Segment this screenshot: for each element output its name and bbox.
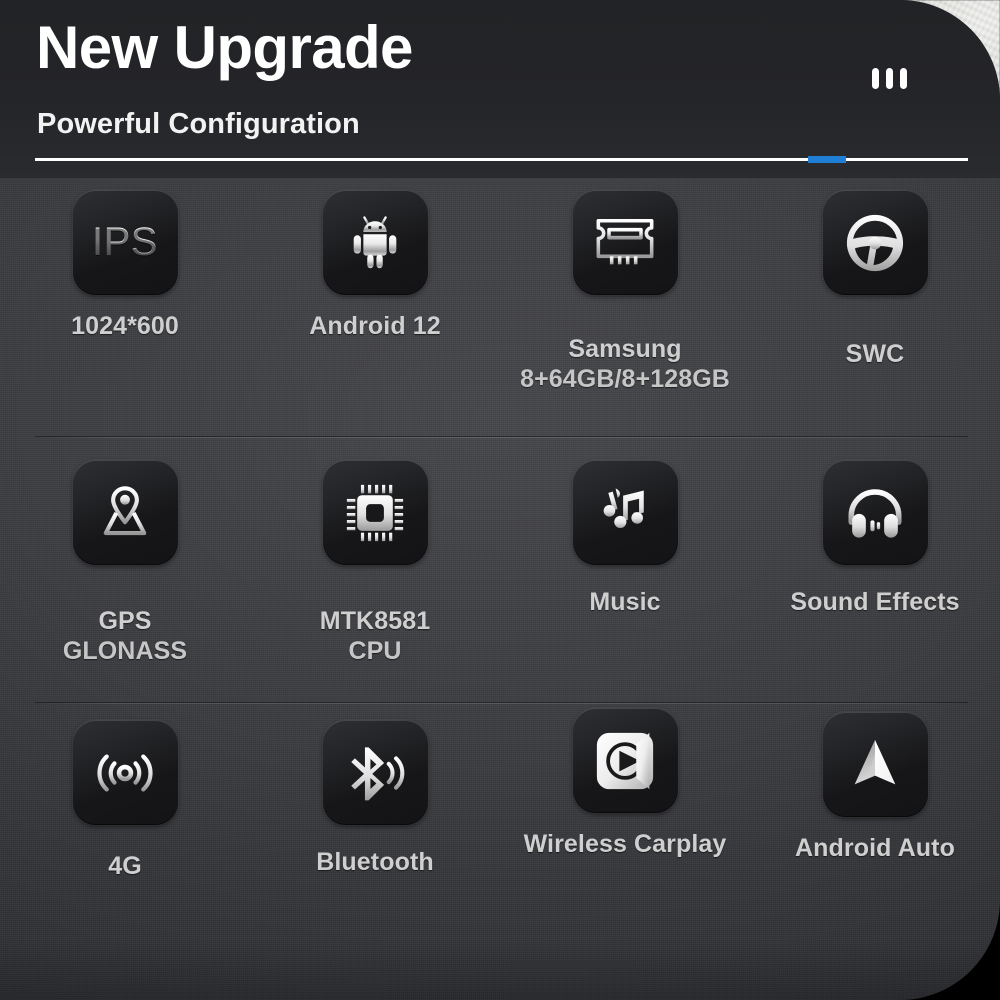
- feature-label: MTK8581 CPU: [320, 575, 430, 697]
- feature-cell-sound-effects[interactable]: Sound Effects: [750, 440, 1000, 702]
- ram-module-icon[interactable]: [572, 190, 678, 295]
- feature-cell-carplay[interactable]: Wireless Carplay: [500, 702, 750, 964]
- android-robot-icon[interactable]: [322, 190, 428, 295]
- feature-label-sub: CPU: [348, 637, 402, 665]
- feature-label: Bluetooth: [316, 848, 434, 876]
- feature-grid: IPS 1024*600 Android 12 Samsung 8+64GB/8…: [0, 178, 1000, 964]
- cpu-chip-icon[interactable]: [322, 460, 428, 565]
- feature-label: Android Auto: [795, 834, 955, 862]
- feature-label: Music: [589, 588, 661, 616]
- feature-cell-bluetooth[interactable]: Bluetooth: [250, 702, 500, 964]
- header-rule: [35, 156, 968, 163]
- android-auto-icon[interactable]: [822, 712, 928, 817]
- feature-cell-android-auto[interactable]: Android Auto: [750, 702, 1000, 964]
- feature-cell-android[interactable]: Android 12: [250, 178, 500, 440]
- feature-cell-ips[interactable]: IPS 1024*600: [0, 178, 250, 440]
- feature-row: 4G Bluetooth Wireless Carplay Android Au…: [0, 702, 1000, 964]
- menu-bar-3: [900, 68, 907, 89]
- menu-bar-1: [872, 68, 879, 89]
- feature-label: Samsung 8+64GB/8+128GB: [520, 303, 730, 425]
- ips-icon-text: IPS: [92, 220, 158, 264]
- ips-display-icon[interactable]: IPS: [72, 190, 178, 295]
- feature-cell-swc[interactable]: SWC: [750, 178, 1000, 440]
- page-title: New Upgrade: [36, 14, 413, 81]
- three-vertical-bars-icon[interactable]: [872, 68, 907, 89]
- feature-label: 4G: [108, 852, 142, 880]
- carplay-icon[interactable]: [572, 708, 678, 813]
- feature-cell-4g[interactable]: 4G: [0, 702, 250, 964]
- feature-row: IPS 1024*600 Android 12 Samsung 8+64GB/8…: [0, 178, 1000, 440]
- music-note-icon[interactable]: [572, 460, 678, 565]
- feature-cell-music[interactable]: Music: [500, 440, 750, 702]
- feature-label-main: Samsung: [568, 334, 682, 363]
- steering-wheel-icon[interactable]: [822, 190, 928, 295]
- feature-cell-memory[interactable]: Samsung 8+64GB/8+128GB: [500, 178, 750, 440]
- feature-label: Wireless Carplay: [523, 830, 727, 858]
- feature-label-sub: 8+64GB/8+128GB: [520, 365, 730, 393]
- feature-label: SWC: [845, 340, 905, 368]
- feature-cell-cpu[interactable]: MTK8581 CPU: [250, 440, 500, 702]
- menu-bar-2: [886, 68, 893, 89]
- page-subtitle: Powerful Configuration: [37, 108, 360, 140]
- feature-label: Android 12: [309, 312, 441, 340]
- feature-label: 1024*600: [71, 312, 179, 340]
- feature-cell-gps[interactable]: GPS GLONASS: [0, 440, 250, 702]
- feature-label-main: MTK8581: [319, 606, 431, 635]
- signal-waves-icon[interactable]: [72, 720, 178, 825]
- feature-row: GPS GLONASS MTK8581 CPU Music Sound Effe…: [0, 440, 1000, 702]
- bluetooth-icon[interactable]: [322, 720, 428, 825]
- spec-card: New Upgrade Powerful Configuration IPS 1…: [0, 0, 1000, 1000]
- headphones-icon[interactable]: [822, 460, 928, 565]
- feature-label-sub: GLONASS: [62, 637, 188, 665]
- progress-indicator[interactable]: [808, 156, 846, 163]
- screenshot-stage: New Upgrade Powerful Configuration IPS 1…: [0, 0, 1000, 1000]
- feature-label-main: GPS: [98, 606, 152, 635]
- map-pin-icon[interactable]: [72, 460, 178, 565]
- feature-label: GPS GLONASS: [63, 575, 187, 697]
- feature-label: Sound Effects: [790, 588, 960, 616]
- card-header: New Upgrade Powerful Configuration: [0, 0, 1000, 178]
